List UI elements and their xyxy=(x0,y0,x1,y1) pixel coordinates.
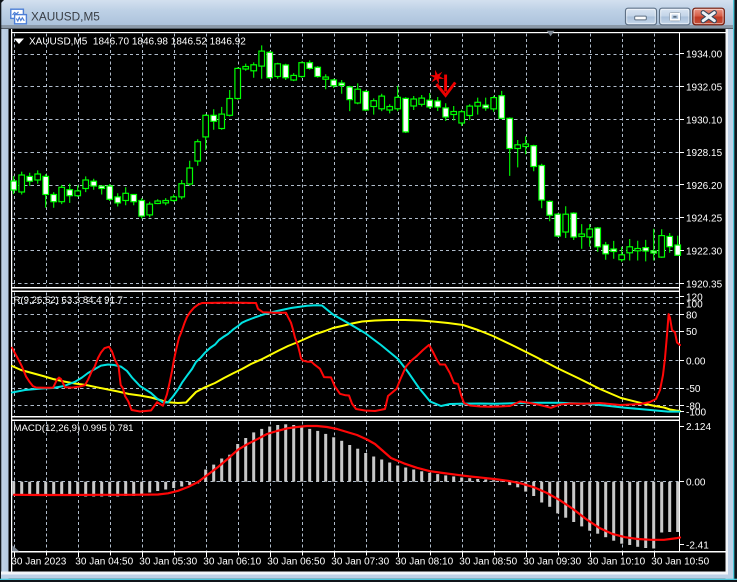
svg-text:-2.41: -2.41 xyxy=(686,541,709,552)
svg-text:R(9,26,52) 63.3 84.4 91.7: R(9,26,52) 63.3 84.4 91.7 xyxy=(14,295,123,306)
svg-text:30 Jan 10:10: 30 Jan 10:10 xyxy=(587,556,645,567)
svg-text:0.00: 0.00 xyxy=(686,478,706,489)
svg-text:100: 100 xyxy=(686,300,703,311)
svg-text:2.124: 2.124 xyxy=(686,422,711,433)
svg-text:30 Jan 04:50: 30 Jan 04:50 xyxy=(75,556,133,567)
svg-text:30 Jan 07:30: 30 Jan 07:30 xyxy=(331,556,389,567)
svg-text:1934.00: 1934.00 xyxy=(686,50,723,61)
svg-text:-100: -100 xyxy=(686,408,706,419)
svg-text:1932.05: 1932.05 xyxy=(686,83,723,94)
svg-text:30 Jan 08:10: 30 Jan 08:10 xyxy=(395,556,453,567)
svg-text:30 Jan 10:50: 30 Jan 10:50 xyxy=(651,556,709,567)
svg-text:XAUUSD,M5 1846.70 1846.98 184: XAUUSD,M5 1846.70 1846.98 1846.52 1846.9… xyxy=(29,37,246,48)
svg-text:30 Jan 05:30: 30 Jan 05:30 xyxy=(139,556,197,567)
svg-text:XAUUSD,M5: XAUUSD,M5 xyxy=(31,10,100,24)
svg-text:30 Jan 09:30: 30 Jan 09:30 xyxy=(523,556,581,567)
svg-text:30 Jan 06:50: 30 Jan 06:50 xyxy=(267,556,325,567)
svg-text:1928.15: 1928.15 xyxy=(686,148,723,159)
svg-text:50: 50 xyxy=(686,327,698,338)
svg-text:1920.35: 1920.35 xyxy=(686,279,723,290)
svg-text:1926.20: 1926.20 xyxy=(686,181,723,192)
svg-text:-50: -50 xyxy=(686,384,701,395)
svg-text:80: 80 xyxy=(686,310,698,321)
svg-text:30 Jan 2023: 30 Jan 2023 xyxy=(11,556,66,567)
svg-text:0.00: 0.00 xyxy=(686,356,706,367)
svg-text:1922.30: 1922.30 xyxy=(686,247,723,258)
svg-text:1930.10: 1930.10 xyxy=(686,115,723,126)
svg-text:1924.25: 1924.25 xyxy=(686,214,723,225)
svg-text:30 Jan 06:10: 30 Jan 06:10 xyxy=(203,556,261,567)
svg-text:MACD(12,26,9) 0.995 0.781: MACD(12,26,9) 0.995 0.781 xyxy=(14,423,134,434)
svg-text:30 Jan 08:50: 30 Jan 08:50 xyxy=(459,556,517,567)
